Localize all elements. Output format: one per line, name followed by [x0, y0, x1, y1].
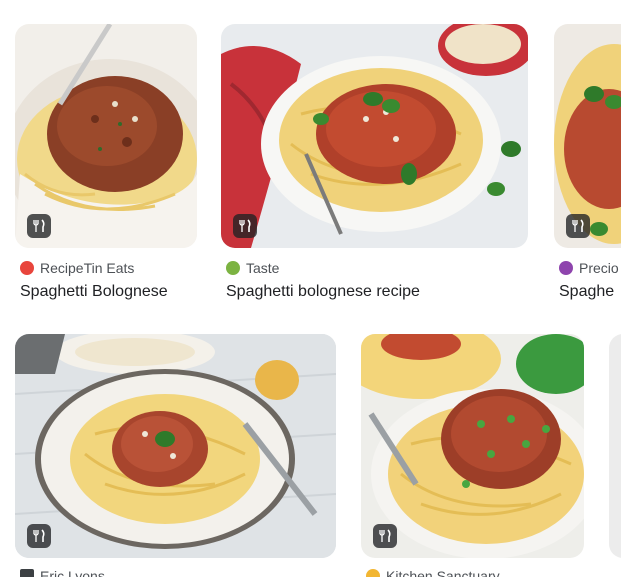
result-source[interactable]: Eric Lyons — [20, 568, 105, 577]
recipe-badge — [27, 214, 51, 238]
result-title[interactable]: Spaghetti bolognese recipe — [226, 283, 523, 301]
fork-knife-icon — [239, 219, 251, 232]
source-label: Eric Lyons — [40, 568, 105, 577]
favicon-icon — [366, 569, 380, 577]
result-card[interactable]: RecipeTin Eats Spaghetti Bolognese — [15, 24, 197, 304]
source-label: Kitchen Sanctuary — [386, 568, 500, 577]
fork-knife-icon — [33, 219, 45, 232]
favicon-icon — [226, 261, 240, 275]
result-source[interactable]: Precio — [559, 260, 619, 276]
favicon-icon — [20, 261, 34, 275]
result-card[interactable] — [609, 334, 621, 558]
result-thumbnail[interactable] — [554, 24, 621, 248]
source-label: Taste — [246, 260, 280, 276]
result-card[interactable]: Precio Spaghe — [554, 24, 621, 304]
recipe-badge — [27, 524, 51, 548]
image-results-grid: RecipeTin Eats Spaghetti Bolognese Taste… — [0, 0, 621, 577]
favicon-icon — [20, 569, 34, 577]
result-card[interactable]: Eric Lyons — [15, 334, 336, 577]
result-thumbnail[interactable] — [15, 24, 197, 248]
result-source[interactable]: Kitchen Sanctuary — [366, 568, 500, 577]
favicon-icon — [559, 261, 573, 275]
result-thumbnail[interactable] — [15, 334, 336, 558]
fork-knife-icon — [572, 219, 584, 232]
result-thumbnail[interactable] — [221, 24, 528, 248]
result-thumbnail[interactable] — [361, 334, 584, 558]
result-source[interactable]: Taste — [226, 260, 279, 276]
fork-knife-icon — [379, 529, 391, 542]
result-title[interactable]: Spaghetti Bolognese — [20, 283, 192, 301]
recipe-badge — [373, 524, 397, 548]
source-label: RecipeTin Eats — [40, 260, 135, 276]
result-thumbnail[interactable] — [609, 334, 621, 558]
recipe-badge — [233, 214, 257, 238]
result-source[interactable]: RecipeTin Eats — [20, 260, 134, 276]
source-label: Precio — [579, 260, 619, 276]
result-title[interactable]: Spaghe — [559, 283, 614, 301]
recipe-badge — [566, 214, 590, 238]
result-card[interactable]: Taste Spaghetti bolognese recipe — [221, 24, 528, 304]
result-card[interactable]: Kitchen Sanctuary — [361, 334, 584, 577]
fork-knife-icon — [33, 529, 45, 542]
